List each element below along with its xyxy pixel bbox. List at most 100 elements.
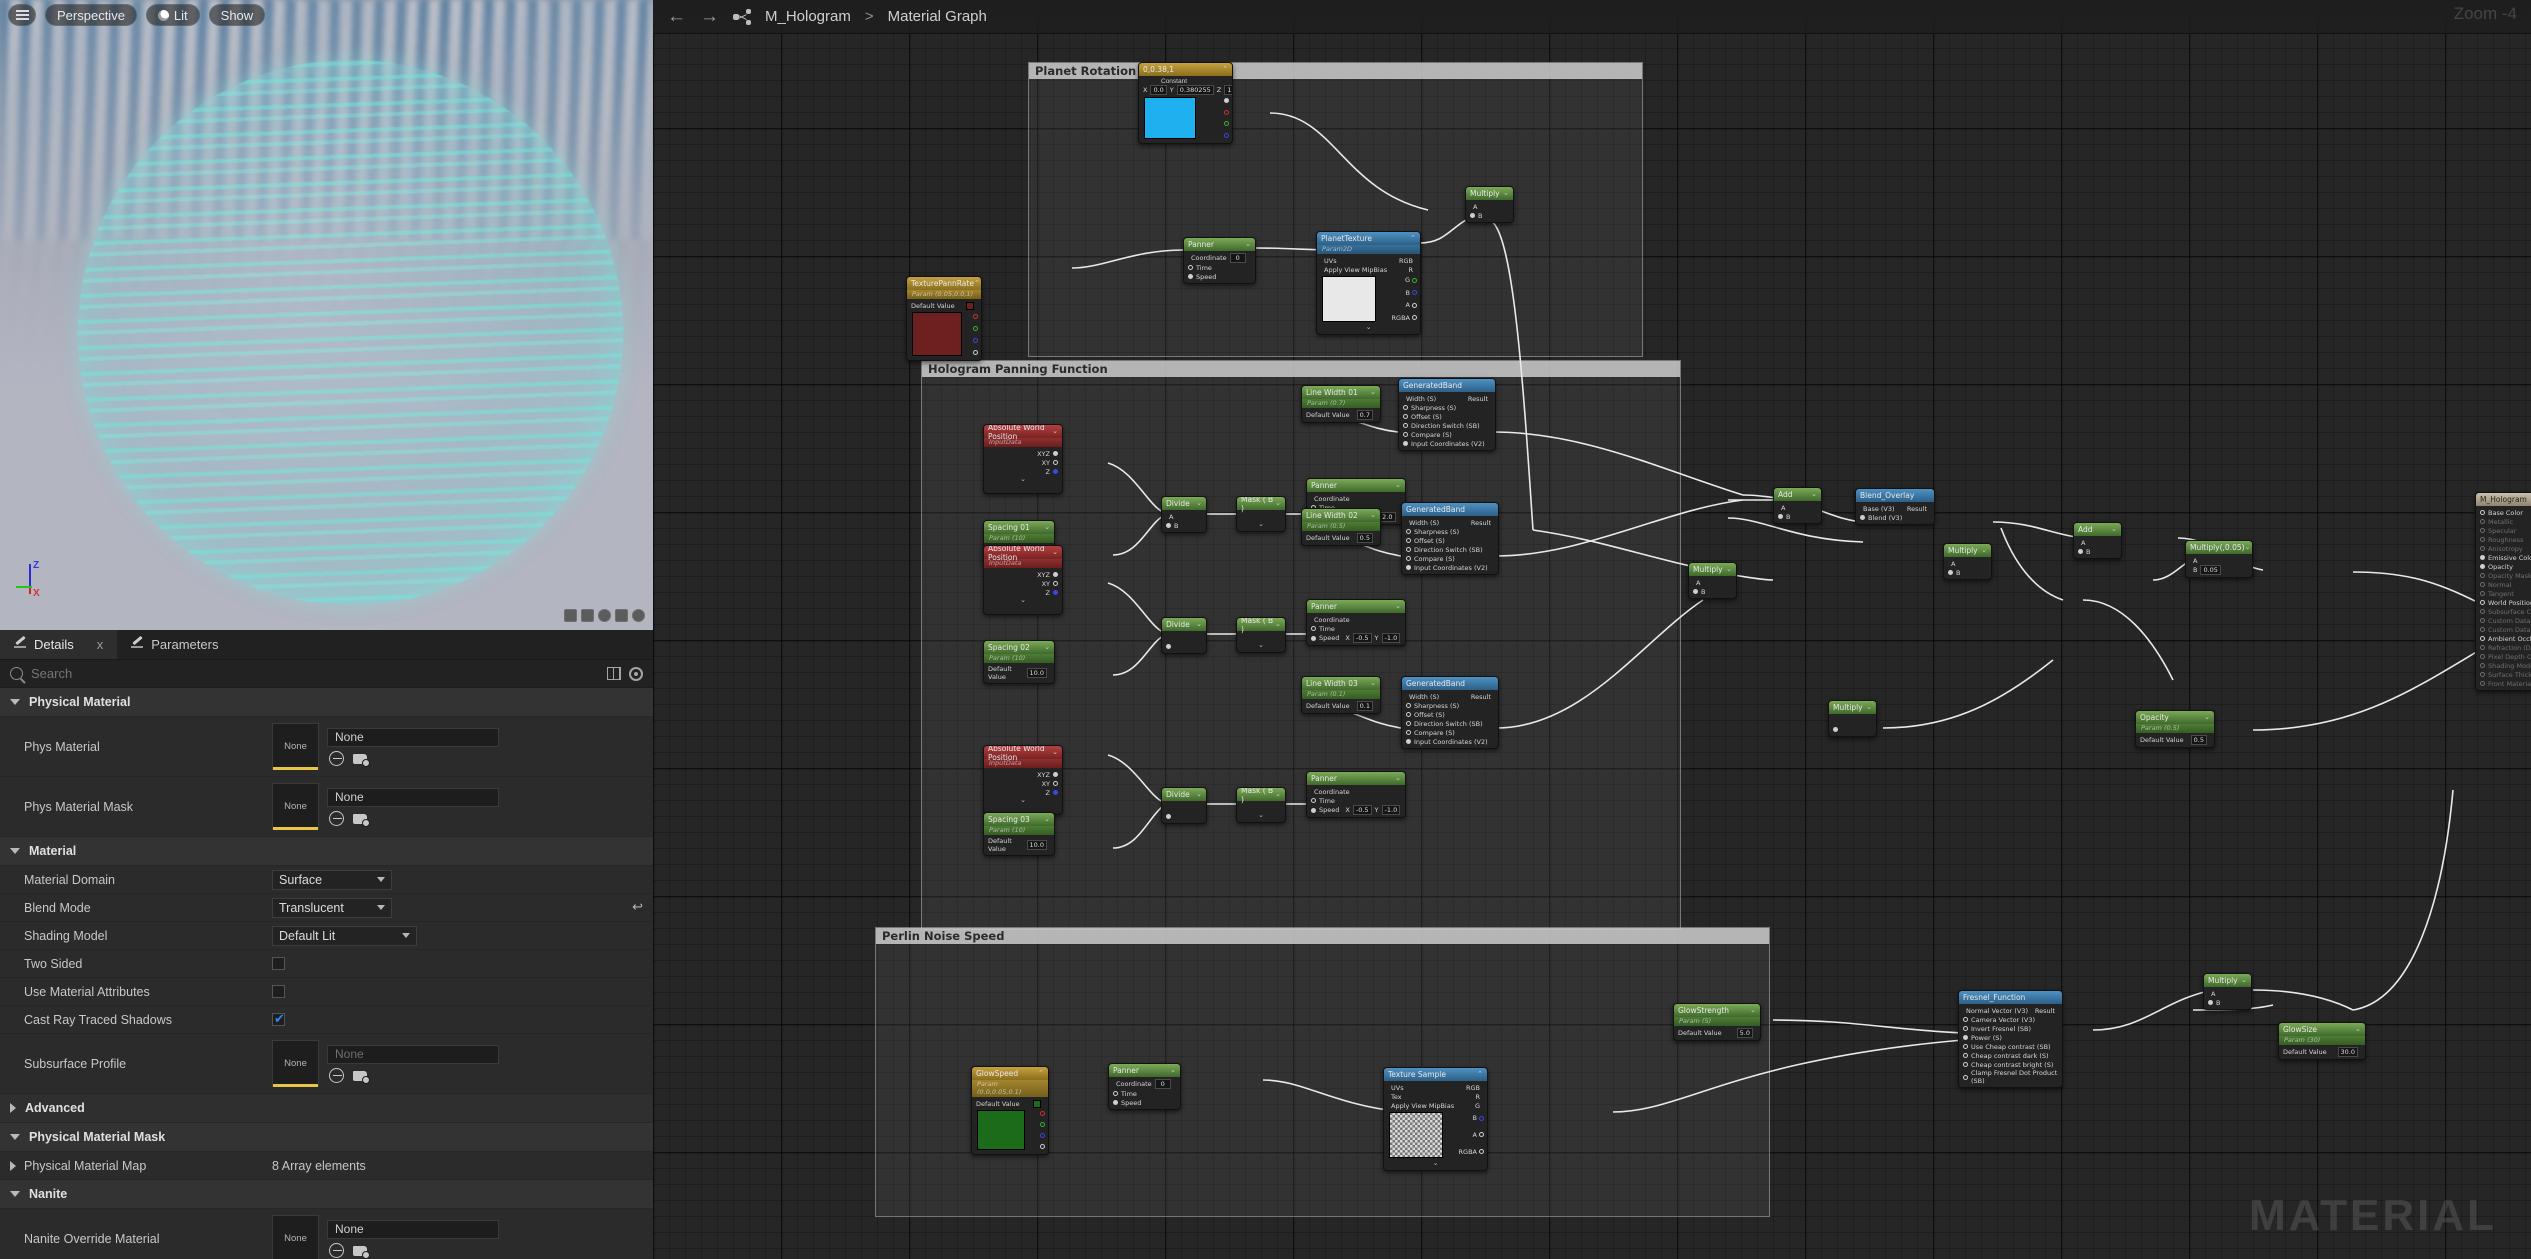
node-multiply-005[interactable]: Multiply(,0.05) ⌄ A B 0.05	[2185, 540, 2253, 578]
asset-value-box[interactable]: None	[327, 1044, 499, 1064]
output-pin-z[interactable]	[1053, 590, 1058, 595]
output-pin-g[interactable]	[1412, 277, 1417, 283]
node-line-width-02[interactable]: Line Width 02 ⌄ Param (0.5) Default Value…	[1301, 508, 1381, 546]
y-value[interactable]: 0.380255	[1176, 85, 1214, 95]
material-input-specular[interactable]: Specular	[2476, 526, 2531, 535]
row-use-material-attributes[interactable]: Use Material Attributes	[0, 978, 653, 1006]
two-sided-checkbox[interactable]	[272, 957, 285, 970]
output-pin-xy[interactable]	[1053, 781, 1058, 786]
section-material[interactable]: Material	[0, 837, 653, 866]
default-value[interactable]: 0.1	[1356, 701, 1373, 711]
input-pin[interactable]	[1403, 432, 1408, 437]
perspective-button[interactable]: Perspective	[45, 4, 137, 26]
node-panner-noise[interactable]: Panner ⌄ Coordinate 0 Time Speed	[1108, 1063, 1181, 1110]
input-pin[interactable]	[2480, 573, 2485, 578]
node-line-width-01[interactable]: Line Width 01 ⌄ Param (0.7) Default Value…	[1301, 385, 1381, 423]
chevron-down-icon[interactable]: ⌄	[1395, 775, 1401, 782]
input-pin[interactable]	[2480, 528, 2485, 533]
row-physical-material-map[interactable]: Physical Material Map 8 Array elements	[0, 1152, 653, 1180]
input-pin[interactable]	[2480, 582, 2485, 587]
input-pin-blend[interactable]	[1860, 515, 1865, 520]
chevron-down-icon[interactable]: ⌄	[1275, 500, 1281, 507]
input-pin[interactable]	[1406, 703, 1411, 708]
node-multiply-mid[interactable]: Multiply ⌄ A B	[1688, 562, 1737, 599]
chevron-down-icon[interactable]: ⌄	[1196, 791, 1202, 798]
row-subsurface-profile[interactable]: Subsurface Profile None None	[0, 1034, 653, 1094]
tab-details[interactable]: Details x	[0, 630, 118, 659]
browse-content-icon[interactable]	[353, 752, 370, 767]
viewport-layout-icon-4[interactable]	[615, 609, 628, 622]
input-pin-b[interactable]	[1833, 727, 1838, 732]
chevron-down-icon[interactable]: ⌄	[1044, 524, 1050, 531]
node-multiply-glow[interactable]: Multiply ⌄ A B	[2203, 973, 2252, 1010]
use-material-attributes-checkbox[interactable]	[272, 985, 285, 998]
blend-mode-dropdown[interactable]: Translucent	[272, 897, 392, 918]
chevron-up-icon[interactable]: ⌃	[1410, 235, 1416, 242]
expand-node-icon[interactable]: ⌄	[1317, 324, 1420, 332]
input-pin[interactable]	[1188, 265, 1193, 270]
chevron-down-icon[interactable]: ⌄	[2111, 526, 2117, 533]
chevron-down-icon[interactable]: ⌄	[1981, 547, 1987, 554]
node-multiply-after-blend[interactable]: Multiply ⌄ A B	[1943, 543, 1992, 580]
input-pin-power[interactable]	[1963, 1035, 1968, 1040]
default-value[interactable]: 10.0	[1026, 840, 1047, 850]
input-pin[interactable]	[1406, 547, 1411, 552]
speed-x[interactable]: -0.5	[1352, 633, 1372, 643]
output-pin-xy[interactable]	[1053, 460, 1058, 465]
input-pin[interactable]	[1406, 556, 1411, 561]
node-texture-sample[interactable]: Texture Sample ⌃ UVs RGB Tex R Apply View M…	[1383, 1067, 1488, 1171]
use-selected-asset-icon[interactable]	[329, 1242, 344, 1258]
input-pin[interactable]	[2480, 519, 2485, 524]
input-pin[interactable]	[1406, 721, 1411, 726]
input-pin-speed[interactable]	[1311, 635, 1316, 641]
node-mask-b-2[interactable]: Mask ( B ) ⌄ ⌄	[1236, 617, 1286, 653]
browse-content-icon[interactable]	[353, 1244, 370, 1259]
show-button[interactable]: Show	[208, 4, 266, 26]
input-pin[interactable]	[1963, 1044, 1968, 1049]
expand-node-icon[interactable]: ⌄	[1237, 521, 1285, 529]
input-pin[interactable]	[1406, 538, 1411, 543]
shading-model-dropdown[interactable]: Default Lit	[272, 925, 417, 946]
output-pin-b[interactable]	[1412, 290, 1417, 296]
cast-ray-traced-shadows-checkbox[interactable]	[272, 1011, 285, 1027]
default-value[interactable]: 0.5	[2190, 735, 2207, 745]
breadcrumb-graph[interactable]: Material Graph	[888, 8, 987, 25]
node-planet-texture[interactable]: PlanetTexture ⌃ Param2D UVs RGB Apply View…	[1316, 231, 1421, 335]
speed-y[interactable]: -1.0	[1381, 633, 1401, 643]
input-pin-b[interactable]	[2078, 549, 2083, 554]
node-generated-band-2[interactable]: GeneratedBand Width (S) Result Sharpness …	[1401, 502, 1499, 575]
row-material-domain[interactable]: Material Domain Surface	[0, 866, 653, 894]
input-pin[interactable]	[2480, 654, 2485, 659]
back-arrow-icon[interactable]: ←	[667, 7, 686, 26]
search-input[interactable]	[31, 666, 599, 681]
input-pin[interactable]	[2480, 618, 2485, 623]
expand-node-icon[interactable]: ⌄	[1237, 642, 1285, 650]
output-pin-a[interactable]	[1412, 302, 1417, 308]
input-pin-time[interactable]	[1113, 1091, 1118, 1096]
material-input-normal[interactable]: Normal	[2476, 580, 2531, 589]
input-pin[interactable]	[1963, 1062, 1968, 1067]
node-mask-b-3[interactable]: Mask ( B ) ⌄ ⌄	[1236, 787, 1286, 823]
chevron-down-icon[interactable]: ⌄	[1044, 644, 1050, 651]
node-absolute-world-position-2[interactable]: Absolute World Position ⌄ InputData XYZ X…	[983, 545, 1063, 615]
row-two-sided[interactable]: Two Sided	[0, 950, 653, 978]
output-pin-xyz[interactable]	[1053, 451, 1058, 456]
default-value[interactable]: 10.0	[1026, 668, 1047, 678]
chevron-down-icon[interactable]: ⌄	[1196, 500, 1202, 507]
input-pin[interactable]	[2480, 591, 2485, 596]
node-blend-overlay[interactable]: Blend_Overlay Base (V3) Result Blend (V3)	[1855, 488, 1935, 525]
input-pin[interactable]	[1188, 274, 1193, 279]
input-pin[interactable]	[2480, 546, 2485, 551]
input-pin[interactable]	[2480, 681, 2485, 686]
output-pin-rgb[interactable]	[1224, 98, 1229, 104]
viewport-corner-controls[interactable]	[564, 609, 645, 622]
chevron-right-icon[interactable]	[10, 1160, 16, 1171]
asset-thumbnail[interactable]: None	[272, 723, 319, 770]
chevron-down-icon[interactable]: ⌄	[1395, 603, 1401, 610]
material-input-custom-data-0[interactable]: Custom Data 0	[2476, 616, 2531, 625]
node-glow-size[interactable]: GlowSize ⌄ Param (30) Default Value 30.0	[2278, 1022, 2366, 1060]
material-domain-dropdown[interactable]: Surface	[272, 869, 392, 890]
row-nanite-override-material[interactable]: Nanite Override Material None None	[0, 1209, 653, 1259]
node-panner-planet[interactable]: Panner ⌄ Coordinate 0 Time Speed	[1183, 237, 1256, 284]
node-fresnel-function[interactable]: Fresnel_Function Normal Vector (V3) Resul…	[1958, 990, 2063, 1088]
